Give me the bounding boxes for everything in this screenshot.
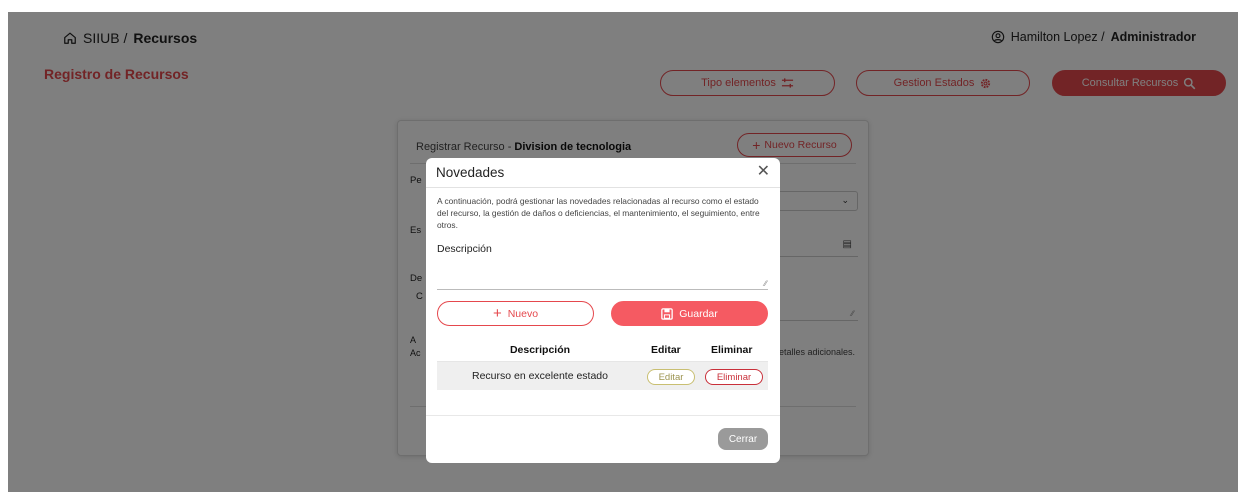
table-header-row: Descripción Editar Eliminar [437, 340, 768, 362]
column-header-descripcion: Descripción [509, 344, 571, 356]
table-row: Recurso en excelente estado Editar Elimi… [437, 362, 768, 390]
novedades-modal: Novedades ✕ A continuación, podrá gestio… [426, 158, 780, 463]
row-descripcion: Recurso en excelente estado [471, 370, 608, 382]
save-icon [661, 307, 674, 320]
descripcion-label: Descripción [437, 243, 492, 255]
modal-title: Novedades [436, 165, 505, 180]
novedades-table: Descripción Editar Eliminar Recurso en e… [437, 340, 768, 390]
nuevo-label: Nuevo [507, 307, 539, 320]
cerrar-button[interactable]: Cerrar [718, 428, 768, 450]
delete-button[interactable]: Eliminar [705, 369, 763, 385]
close-icon[interactable]: ✕ [757, 163, 770, 181]
resize-handle-icon[interactable]: ∕∕ [764, 279, 767, 288]
guardar-button[interactable]: Guardar [611, 301, 768, 326]
descripcion-textarea[interactable]: ∕∕ [437, 257, 768, 290]
column-header-eliminar: Eliminar [711, 344, 753, 356]
edit-button[interactable]: Editar [647, 369, 695, 385]
nuevo-button[interactable]: + Nuevo [437, 301, 594, 326]
plus-icon: + [492, 304, 502, 322]
modal-header: Novedades ✕ [426, 158, 780, 188]
guardar-label: Guardar [679, 307, 718, 320]
column-header-editar: Editar [651, 344, 681, 356]
modal-description: A continuación, podrá gestionar las nove… [437, 196, 760, 230]
modal-footer-divider [426, 415, 780, 416]
